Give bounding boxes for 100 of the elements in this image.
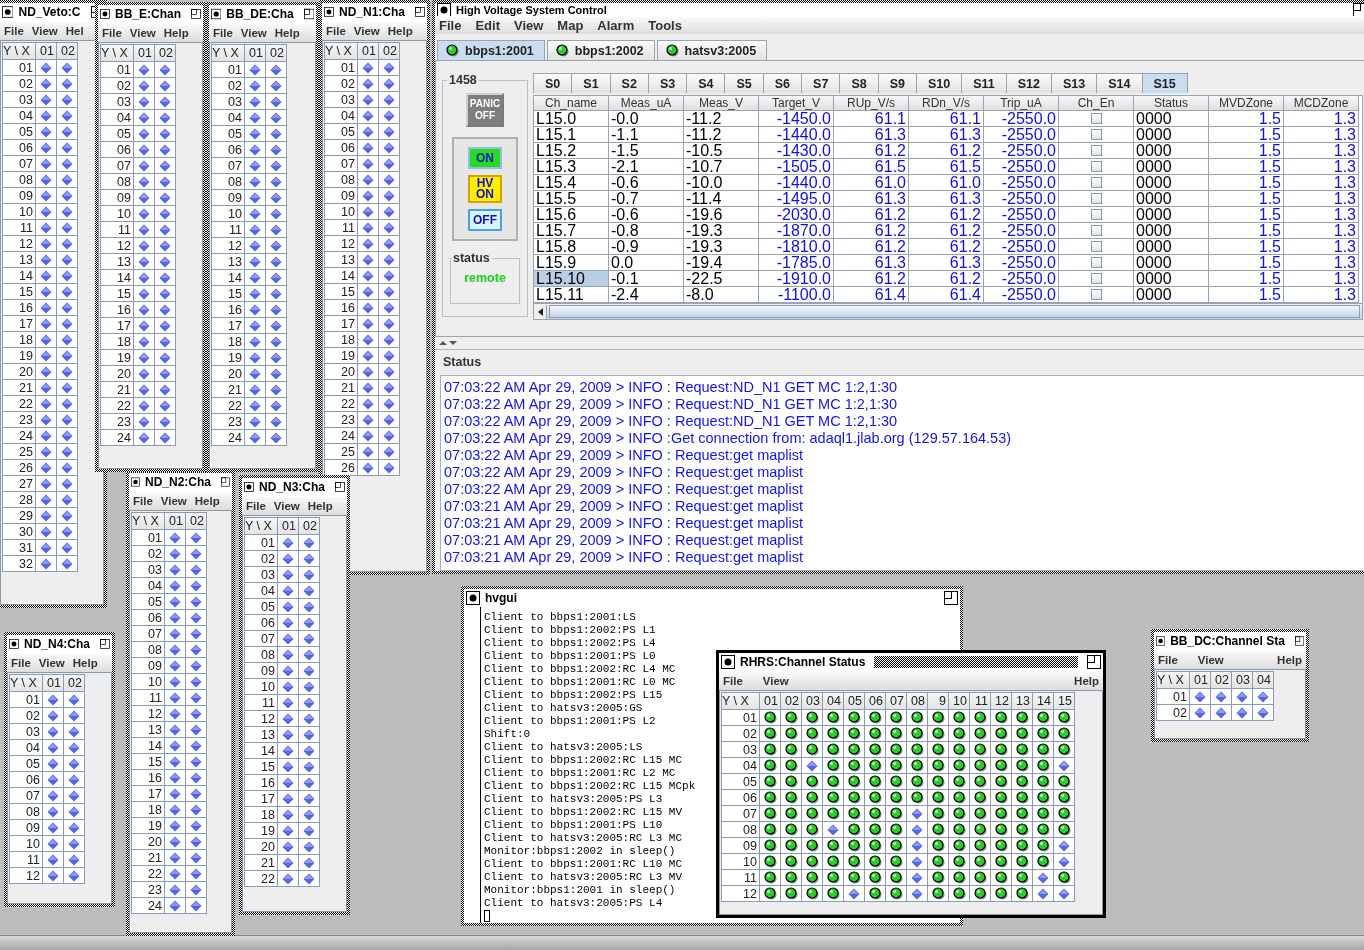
menu-item[interactable]: Hel xyxy=(65,25,84,37)
slot-tab[interactable]: S7 xyxy=(801,73,841,93)
column-header[interactable]: Meas_V xyxy=(684,96,759,111)
maximize-icon[interactable] xyxy=(191,7,201,21)
crate-tab[interactable]: bbps1:2001 xyxy=(437,40,545,60)
menu-item[interactable]: Help xyxy=(307,500,333,512)
menu-item[interactable]: Help xyxy=(387,25,413,37)
slot-tab[interactable]: S5 xyxy=(724,73,764,93)
hv-on-button[interactable]: HV ON xyxy=(468,175,502,203)
menu-item[interactable]: View xyxy=(1197,654,1224,666)
column-header[interactable]: MVDZone xyxy=(1209,96,1284,111)
menu-item[interactable]: View xyxy=(353,25,380,37)
scroll-bar[interactable] xyxy=(0,935,1364,950)
menu-item[interactable]: File xyxy=(723,675,743,687)
slot-tab[interactable]: S11 xyxy=(961,73,1007,93)
checkbox[interactable] xyxy=(1090,177,1102,188)
menu-item[interactable]: Help xyxy=(1277,654,1302,666)
maximize-icon[interactable] xyxy=(221,475,230,489)
maximize-icon[interactable] xyxy=(1353,3,1364,16)
checkbox[interactable] xyxy=(1090,129,1102,140)
checkbox[interactable] xyxy=(1090,273,1102,284)
title-bar[interactable]: BB_DC:Channel Sta xyxy=(1154,632,1306,650)
maximize-icon[interactable] xyxy=(415,5,425,19)
checkbox[interactable] xyxy=(1090,257,1102,268)
menu-item[interactable]: Help xyxy=(72,657,98,669)
menu-item[interactable]: Help xyxy=(194,495,220,507)
checkbox[interactable] xyxy=(1090,209,1102,220)
on-button[interactable]: ON xyxy=(468,147,502,169)
column-header[interactable]: Meas_uA xyxy=(609,96,684,111)
column-header[interactable]: RDn_V/s xyxy=(909,96,984,111)
title-bar[interactable]: ND_N2:Cha xyxy=(129,473,232,491)
menu-item[interactable]: View xyxy=(160,495,187,507)
menu-item[interactable]: Map xyxy=(557,18,584,33)
title-bar[interactable]: ND_N1:Cha xyxy=(322,3,427,21)
menu-item[interactable]: Help xyxy=(274,27,300,39)
maximize-icon[interactable] xyxy=(303,7,314,21)
slot-tab[interactable]: S12 xyxy=(1005,73,1053,93)
column-header[interactable]: Ch_name xyxy=(534,96,609,111)
menu-item[interactable]: Help xyxy=(163,27,189,39)
slot-tab[interactable]: S2 xyxy=(609,73,649,93)
menu-item[interactable]: File xyxy=(133,495,153,507)
menu-item[interactable]: View xyxy=(273,500,300,512)
checkbox[interactable] xyxy=(1090,241,1102,252)
menu-item[interactable]: Alarm xyxy=(597,18,635,33)
column-header[interactable]: Status xyxy=(1134,96,1209,111)
slot-tab[interactable]: S1 xyxy=(571,73,611,93)
checkbox[interactable] xyxy=(1090,289,1102,300)
maximize-icon[interactable] xyxy=(1294,634,1304,648)
checkbox[interactable] xyxy=(1090,145,1102,156)
maximize-icon[interactable] xyxy=(335,480,345,494)
title-bar[interactable]: ND_N4:Cha xyxy=(7,635,112,653)
title-bar[interactable]: hvgui xyxy=(464,589,960,607)
title-bar[interactable]: BB_DE:Cha xyxy=(209,5,316,23)
menu-item[interactable]: Edit xyxy=(475,18,500,33)
title-bar[interactable]: ND_N3:Cha xyxy=(242,478,347,496)
menu-item[interactable]: View xyxy=(240,27,267,39)
checkbox[interactable] xyxy=(1090,161,1102,172)
maximize-icon[interactable] xyxy=(1087,655,1101,669)
column-header[interactable]: Ch_En xyxy=(1059,96,1134,111)
menu-item[interactable]: File xyxy=(326,25,346,37)
column-header[interactable]: RUp_V/s xyxy=(834,96,909,111)
title-bar[interactable]: High Voltage System Control xyxy=(435,3,1364,16)
column-header[interactable]: MCDZone xyxy=(1284,96,1359,111)
menu-item[interactable]: View xyxy=(762,675,789,687)
menu-item[interactable]: Tools xyxy=(648,18,682,33)
menu-item[interactable]: File xyxy=(102,27,122,39)
menu-item[interactable]: View xyxy=(513,18,544,33)
slot-tab[interactable]: S15 xyxy=(1141,73,1188,93)
crate-tab[interactable]: bbps1:2002 xyxy=(546,40,655,60)
menu-item[interactable]: File xyxy=(213,27,233,39)
slot-tab[interactable]: S4 xyxy=(686,73,726,93)
slot-tab[interactable]: S8 xyxy=(839,73,879,93)
checkbox[interactable] xyxy=(1090,113,1102,124)
menu-item[interactable]: File xyxy=(246,500,266,512)
menu-item[interactable]: View xyxy=(38,657,65,669)
checkbox[interactable] xyxy=(1090,193,1102,204)
slot-tab[interactable]: S9 xyxy=(877,73,917,93)
maximize-icon[interactable] xyxy=(944,591,958,605)
slot-tab[interactable]: S0 xyxy=(533,73,573,93)
maximize-icon[interactable] xyxy=(100,637,110,651)
scroll-bar[interactable] xyxy=(534,303,1362,319)
checkbox[interactable] xyxy=(1090,225,1102,236)
column-header[interactable]: Target_V xyxy=(759,96,834,111)
off-button[interactable]: OFF xyxy=(468,209,502,231)
menu-item[interactable]: View xyxy=(129,27,156,39)
crate-tab[interactable]: hatsv3:2005 xyxy=(656,40,768,60)
title-bar[interactable]: BB_E:Chan xyxy=(98,5,203,23)
slot-tab[interactable]: S13 xyxy=(1051,73,1098,93)
slot-tab[interactable]: S10 xyxy=(915,73,963,93)
column-header[interactable]: Trip_uA xyxy=(984,96,1059,111)
menu-item[interactable]: View xyxy=(31,25,58,37)
slot-tab[interactable]: S6 xyxy=(762,73,803,93)
menu-item[interactable]: File xyxy=(11,657,31,669)
menu-item[interactable]: Help xyxy=(1074,675,1099,687)
menu-item[interactable]: File xyxy=(1158,654,1178,666)
menu-item[interactable]: File xyxy=(439,18,462,33)
slot-tab[interactable]: S3 xyxy=(647,73,688,93)
title-bar[interactable]: RHRS:Channel Status xyxy=(719,653,1103,671)
menu-item[interactable]: File xyxy=(4,25,24,37)
slot-tab[interactable]: S14 xyxy=(1096,73,1143,93)
